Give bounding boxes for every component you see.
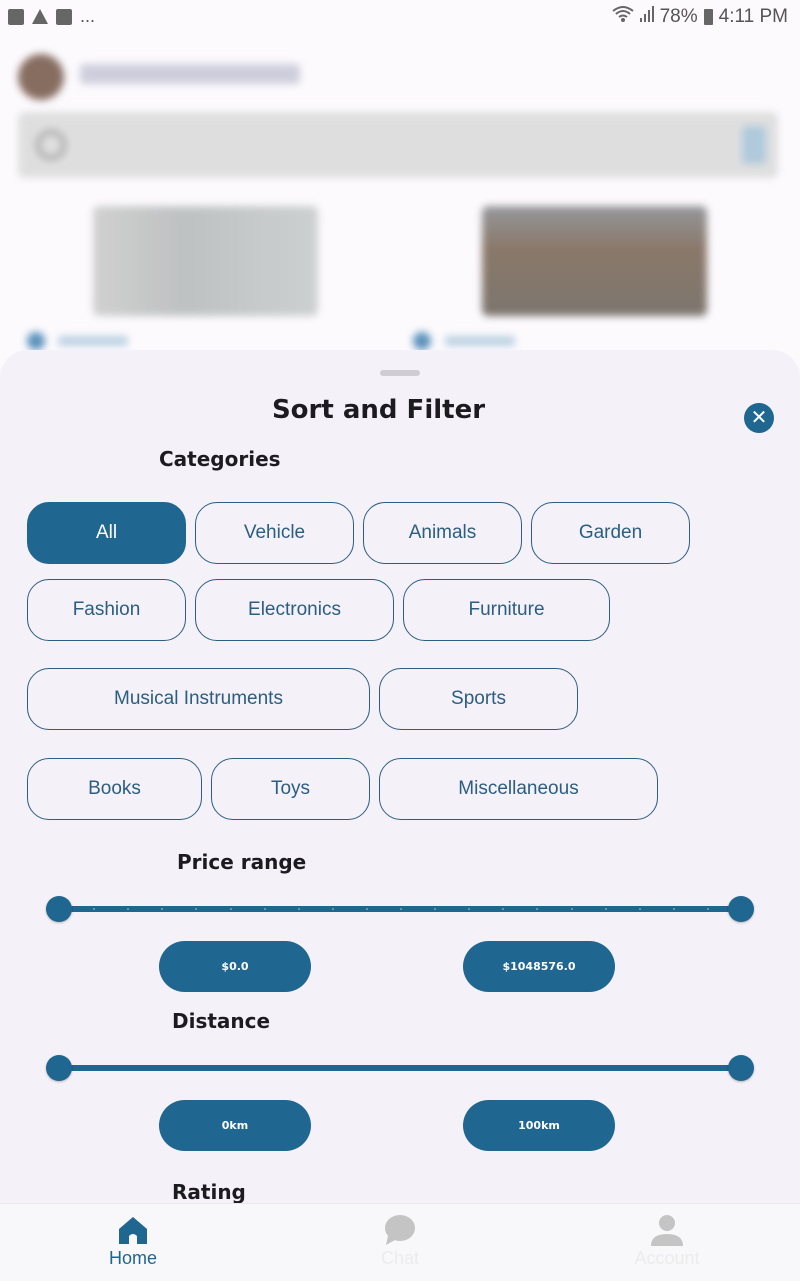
background-content bbox=[0, 34, 800, 364]
price-range-slider[interactable] bbox=[46, 895, 754, 923]
notification-overflow: ... bbox=[80, 6, 96, 26]
image-icon bbox=[8, 8, 24, 25]
category-chip-furniture[interactable]: Furniture bbox=[403, 579, 610, 641]
wifi-icon bbox=[611, 5, 634, 29]
gmail-icon bbox=[56, 8, 72, 25]
slider-tick bbox=[331, 908, 334, 910]
category-chip-toys[interactable]: Toys bbox=[211, 758, 370, 820]
categories-label: Categories bbox=[159, 447, 281, 471]
slider-tick bbox=[297, 908, 300, 910]
slider-tick bbox=[365, 908, 368, 910]
sheet-title: Sort and Filter bbox=[271, 395, 486, 425]
category-chip-vehicle[interactable]: Vehicle bbox=[195, 502, 354, 564]
status-bar: ... 78% 4:11 PM bbox=[0, 0, 800, 34]
category-chip-books[interactable]: Books bbox=[27, 758, 202, 820]
slider-tick bbox=[263, 908, 266, 910]
distance-slider[interactable] bbox=[46, 1054, 754, 1082]
distance-max-handle[interactable] bbox=[728, 1055, 754, 1081]
listing-location bbox=[58, 336, 128, 346]
distance-max-value: 100km bbox=[463, 1100, 615, 1151]
nav-home-label: Home bbox=[108, 1248, 157, 1268]
category-chip-fashion[interactable]: Fashion bbox=[27, 579, 186, 641]
account-icon bbox=[651, 1215, 683, 1246]
greeting-text bbox=[80, 64, 300, 84]
category-chip-miscellaneous[interactable]: Miscellaneous bbox=[379, 758, 658, 820]
slider-tick bbox=[638, 908, 641, 910]
slider-tick bbox=[604, 908, 607, 910]
category-chip-sports[interactable]: Sports bbox=[379, 668, 578, 730]
close-icon: ✕ bbox=[750, 407, 768, 429]
nav-home[interactable]: Home bbox=[33, 1204, 233, 1281]
clock: 4:11 PM bbox=[718, 6, 788, 27]
chat-icon bbox=[385, 1215, 415, 1245]
distance-min-handle[interactable] bbox=[46, 1055, 72, 1081]
slider-tick bbox=[672, 908, 675, 910]
slider-tick bbox=[570, 908, 573, 910]
category-chip-musical-instruments[interactable]: Musical Instruments bbox=[27, 668, 370, 730]
warning-icon bbox=[32, 9, 48, 24]
home-icon bbox=[119, 1217, 147, 1244]
nav-chat[interactable]: Chat bbox=[300, 1204, 500, 1281]
slider-tick bbox=[229, 908, 232, 910]
nav-account-label: Account bbox=[634, 1248, 700, 1268]
slider-track bbox=[58, 1065, 742, 1071]
signal-icon bbox=[639, 6, 654, 28]
nav-chat-label: Chat bbox=[380, 1248, 420, 1268]
category-chip-animals[interactable]: Animals bbox=[363, 502, 522, 564]
battery-percent: 78% bbox=[659, 6, 698, 27]
sort-filter-sheet: Sort and Filter ✕ Categories All Vehicle… bbox=[0, 350, 800, 1280]
slider-tick bbox=[400, 908, 402, 910]
listing-image bbox=[93, 206, 318, 316]
distance-label: Distance bbox=[172, 1009, 271, 1033]
price-min-value: $0.0 bbox=[159, 941, 311, 992]
avatar bbox=[18, 54, 64, 100]
search-bar bbox=[18, 112, 778, 178]
rating-label: Rating bbox=[172, 1180, 246, 1204]
bottom-navigation: Home Chat Account bbox=[0, 1203, 800, 1281]
nav-account[interactable]: Account bbox=[567, 1204, 767, 1281]
listing-location bbox=[445, 336, 515, 346]
price-min-handle[interactable] bbox=[46, 896, 72, 922]
price-max-handle[interactable] bbox=[728, 896, 754, 922]
drag-handle[interactable] bbox=[380, 370, 420, 376]
listing-image bbox=[482, 206, 707, 316]
price-max-value: $1048576.0 bbox=[463, 941, 615, 992]
category-chip-electronics[interactable]: Electronics bbox=[195, 579, 394, 641]
slider-tick bbox=[706, 908, 709, 910]
distance-min-value: 0km bbox=[159, 1100, 311, 1151]
search-icon bbox=[36, 130, 66, 160]
location-icon bbox=[27, 332, 45, 350]
battery-icon bbox=[703, 9, 713, 25]
location-icon bbox=[413, 332, 431, 350]
filter-icon bbox=[742, 126, 766, 164]
category-chip-garden[interactable]: Garden bbox=[531, 502, 690, 564]
close-button[interactable]: ✕ bbox=[744, 403, 774, 433]
category-chip-all[interactable]: All bbox=[27, 502, 186, 564]
price-range-label: Price range bbox=[177, 850, 307, 874]
